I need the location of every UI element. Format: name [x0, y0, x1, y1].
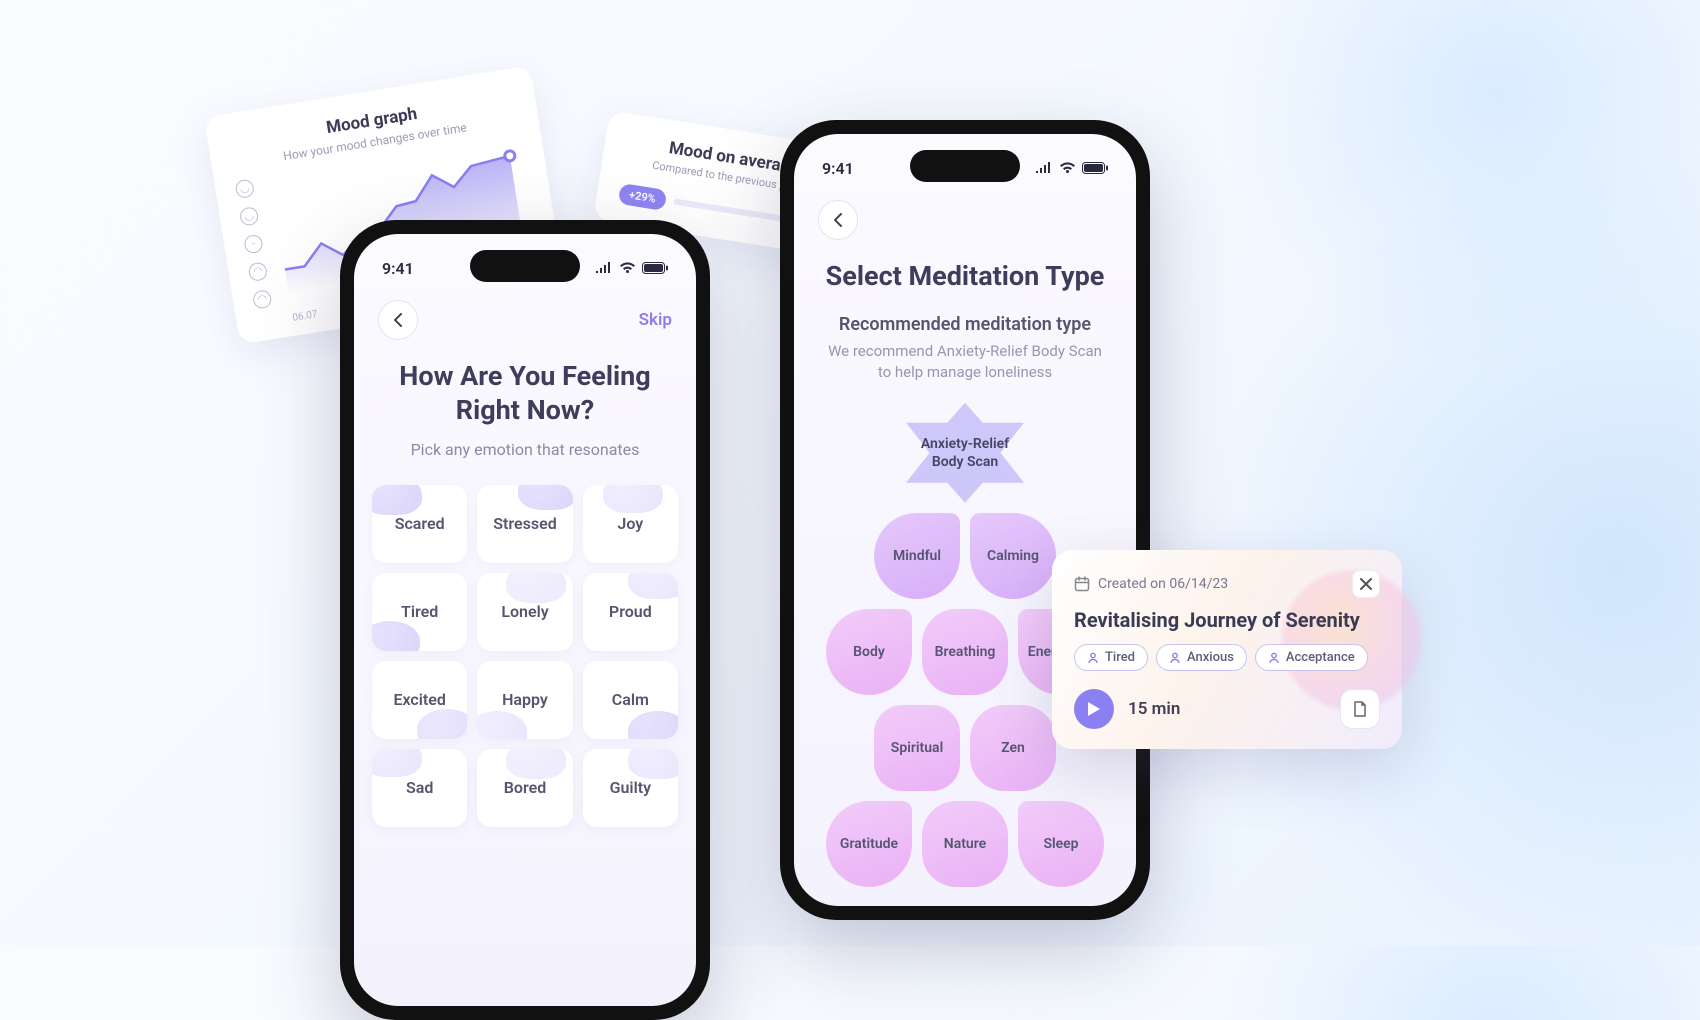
emotion-label: Tired: [401, 602, 438, 621]
document-icon: [1351, 700, 1369, 718]
cellular-icon: [595, 262, 613, 274]
phone-emotion-picker: 9:41 Skip How Are You Feeling Right Now?…: [340, 220, 710, 1020]
meditation-tile-body[interactable]: Body: [826, 609, 912, 695]
meditation-tile-label: Spiritual: [891, 740, 943, 756]
meditation-tile-label: Breathing: [935, 644, 996, 660]
session-card: Created on 06/14/23 Revitalising Journey…: [1052, 550, 1402, 749]
emotion-tile-guilty[interactable]: Guilty: [583, 749, 678, 827]
meditation-tile-label: Body: [853, 644, 885, 660]
chevron-left-icon: [834, 213, 842, 227]
emotion-label: Sad: [406, 778, 433, 797]
tag-label: Acceptance: [1286, 650, 1355, 665]
meditation-tile-mindful[interactable]: Mindful: [874, 513, 960, 599]
status-time: 9:41: [822, 159, 854, 178]
session-tag-anxious[interactable]: Anxious: [1156, 644, 1247, 671]
mood-graph-start-date: 06.07: [292, 309, 319, 324]
emotion-label: Bored: [504, 778, 546, 797]
calendar-icon: [1074, 576, 1090, 592]
meditation-tile-sleep[interactable]: Sleep: [1018, 801, 1104, 887]
meditation-tile-gratitude[interactable]: Gratitude: [826, 801, 912, 887]
mood-face-very-sad-icon: ◠: [252, 289, 273, 310]
person-icon: [1087, 652, 1099, 664]
meditation-tile-label: Zen: [1001, 740, 1025, 756]
emotion-label: Excited: [393, 690, 445, 709]
close-button[interactable]: [1352, 570, 1380, 598]
meditation-tile-breathing[interactable]: Breathing: [922, 609, 1008, 695]
mood-face-neutral-icon: -: [243, 234, 264, 255]
emotion-tile-calm[interactable]: Calm: [583, 661, 678, 739]
emotion-tile-lonely[interactable]: Lonely: [477, 573, 572, 651]
close-icon: [1360, 578, 1372, 590]
created-on-label: Created on 06/14/23: [1074, 576, 1228, 592]
meditation-tile-nature[interactable]: Nature: [922, 801, 1008, 887]
meditation-tile-calming[interactable]: Calming: [970, 513, 1056, 599]
meditation-tile-label: Nature: [944, 836, 986, 852]
battery-icon: [642, 262, 668, 274]
page-title: Select Meditation Type: [794, 240, 1136, 294]
meditation-tile-spiritual[interactable]: Spiritual: [874, 705, 960, 791]
emotion-label: Stressed: [493, 514, 556, 533]
emotion-tile-scared[interactable]: Scared: [372, 485, 467, 563]
battery-icon: [1082, 162, 1108, 174]
mood-average-delta-badge: +29%: [618, 183, 667, 211]
meditation-tile-label: Mindful: [893, 548, 941, 564]
cellular-icon: [1035, 162, 1053, 174]
tag-label: Anxious: [1187, 650, 1234, 665]
emotion-tile-happy[interactable]: Happy: [477, 661, 572, 739]
back-button[interactable]: [818, 200, 858, 240]
phone-meditation-type: 9:41 Select Meditation Type Recommended …: [780, 120, 1150, 920]
meditation-recommended-label: Anxiety-Relief Body Scan: [906, 403, 1024, 503]
back-button[interactable]: [378, 300, 418, 340]
wifi-icon: [619, 262, 636, 274]
dynamic-island-icon: [470, 250, 580, 282]
emotion-label: Proud: [609, 602, 652, 621]
wifi-icon: [1059, 162, 1076, 174]
emotion-label: Joy: [617, 514, 643, 533]
meditation-tile-label: Sleep: [1043, 836, 1078, 852]
transcript-button[interactable]: [1340, 689, 1380, 729]
emotion-tile-proud[interactable]: Proud: [583, 573, 678, 651]
session-tag-acceptance[interactable]: Acceptance: [1255, 644, 1368, 671]
recommend-description: We recommend Anxiety-Relief Body Scan to…: [794, 341, 1136, 383]
status-time: 9:41: [382, 259, 414, 278]
tag-label: Tired: [1105, 650, 1135, 665]
mood-face-happy-icon: ◡: [239, 206, 260, 227]
page-title: How Are You Feeling Right Now?: [354, 340, 696, 428]
session-tag-tired[interactable]: Tired: [1074, 644, 1148, 671]
emotion-tile-stressed[interactable]: Stressed: [477, 485, 572, 563]
emotion-tile-tired[interactable]: Tired: [372, 573, 467, 651]
emotion-label: Lonely: [501, 602, 548, 621]
mood-face-sad-icon: ◠: [248, 261, 269, 282]
emotion-tile-bored[interactable]: Bored: [477, 749, 572, 827]
emotion-tile-sad[interactable]: Sad: [372, 749, 467, 827]
person-icon: [1268, 652, 1280, 664]
person-icon: [1169, 652, 1181, 664]
page-subtitle: Pick any emotion that resonates: [354, 440, 696, 459]
emotion-label: Calm: [612, 690, 649, 709]
meditation-recommended-tile[interactable]: Anxiety-Relief Body Scan: [906, 403, 1024, 503]
session-title: Revitalising Journey of Serenity: [1074, 608, 1380, 632]
session-duration: 15 min: [1128, 699, 1180, 719]
recommend-label: Recommended meditation type: [794, 314, 1136, 335]
emotion-label: Happy: [502, 690, 548, 709]
meditation-tile-label: Gratitude: [840, 836, 898, 852]
meditation-tile-label: Calming: [987, 548, 1039, 564]
emotion-label: Guilty: [610, 778, 651, 797]
chevron-left-icon: [394, 313, 402, 327]
mood-face-very-happy-icon: ◡: [234, 178, 255, 199]
play-button[interactable]: [1074, 689, 1114, 729]
dynamic-island-icon: [910, 150, 1020, 182]
emotion-tile-excited[interactable]: Excited: [372, 661, 467, 739]
mood-average-bar-icon: [673, 198, 792, 223]
created-on-text: Created on 06/14/23: [1098, 576, 1228, 592]
meditation-tile-zen[interactable]: Zen: [970, 705, 1056, 791]
skip-link[interactable]: Skip: [639, 310, 672, 330]
emotion-tile-joy[interactable]: Joy: [583, 485, 678, 563]
emotion-label: Scared: [395, 514, 445, 533]
play-icon: [1087, 701, 1101, 717]
